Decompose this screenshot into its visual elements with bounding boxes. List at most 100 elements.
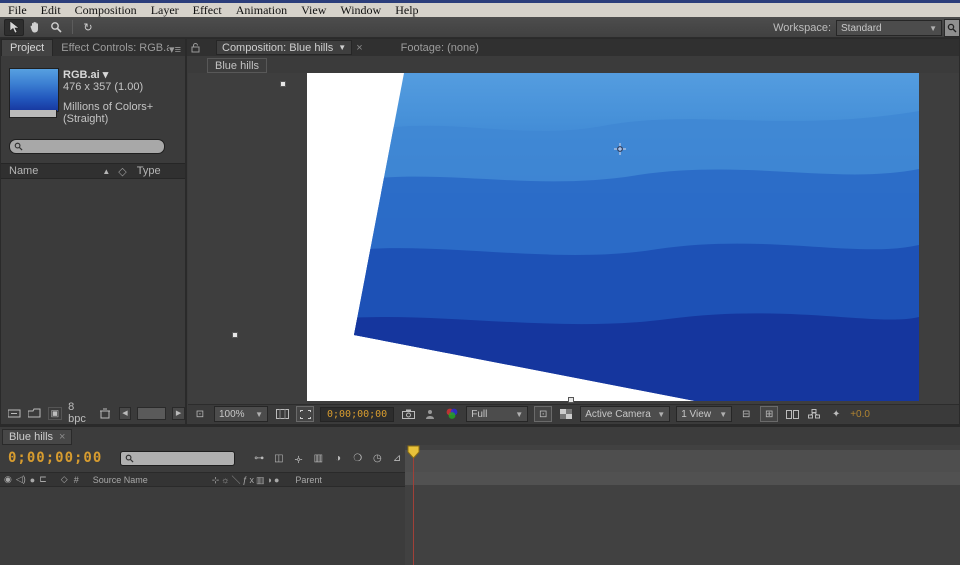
workspace-label: Workspace: — [773, 22, 831, 34]
switches-column-icons[interactable]: ⊹☼＼ƒx▥◑● — [212, 473, 282, 486]
pixel-aspect-correction-icon[interactable] — [784, 407, 800, 421]
exposure-value[interactable]: +0.0 — [850, 409, 870, 420]
magnification-dropdown[interactable]: 100%▼ — [214, 406, 268, 422]
solo-column-icon[interactable]: ● — [30, 475, 35, 485]
composition-canvas — [188, 73, 959, 405]
chevron-down-icon: ▼ — [929, 24, 937, 33]
scrollbar-left-arrow[interactable]: ◀ — [119, 407, 132, 420]
rotation-tool[interactable]: ↻ — [78, 19, 98, 36]
project-search-field[interactable] — [9, 139, 165, 154]
selection-tool[interactable] — [4, 19, 24, 36]
always-preview-icon[interactable]: ⊡ — [192, 407, 208, 421]
video-column-icon[interactable]: ◉ — [4, 474, 12, 485]
search-icon — [125, 454, 134, 463]
composition-mini-flowchart-icon[interactable]: ⊶ — [251, 451, 267, 466]
auto-keyframe-icon[interactable]: ◷ — [370, 451, 386, 466]
audio-column-icon[interactable]: ◁) — [16, 474, 26, 485]
source-name-column[interactable]: Source Name — [93, 475, 148, 485]
menu-layer[interactable]: Layer — [151, 3, 179, 18]
fast-previews-icon[interactable]: ✦ — [828, 407, 844, 421]
chevron-down-icon[interactable]: ▾ — [100, 69, 109, 81]
draft-3d-icon[interactable]: ◫ — [271, 451, 287, 466]
active-camera-dropdown[interactable]: Active Camera▼ — [580, 406, 670, 422]
number-column-label[interactable]: # — [74, 475, 79, 485]
brainstorm-icon[interactable]: ❍ — [350, 451, 366, 466]
composition-tabstrip: Composition: Blue hills ▼ × Footage: (no… — [187, 39, 959, 56]
scrollbar-thumb[interactable] — [137, 407, 166, 420]
composition-viewport[interactable] — [188, 73, 959, 405]
workspace-dropdown[interactable]: Standard ▼ — [836, 20, 942, 36]
column-name[interactable]: Name — [9, 165, 38, 177]
column-type[interactable]: Type — [137, 165, 161, 177]
menu-window[interactable]: Window — [340, 3, 381, 18]
menu-file[interactable]: File — [8, 3, 27, 18]
target-region-icon[interactable]: ⊡ — [534, 406, 552, 422]
panel-menu-icon[interactable]: ▾≡ — [169, 43, 185, 56]
lock-icon[interactable] — [191, 43, 200, 53]
project-tabstrip: Project Effect Controls: RGB.a ▾≡ — [1, 39, 185, 56]
preview-colors: Millions of Colors+ (Straight) — [63, 101, 185, 125]
project-list-header[interactable]: Name ▲ ◇ Type — [1, 163, 185, 179]
resolution-dropdown[interactable]: Full▼ — [466, 406, 528, 422]
search-icon — [947, 23, 957, 33]
sort-asc-icon[interactable]: ▲ — [102, 167, 110, 176]
work-area-bar[interactable] — [405, 472, 960, 485]
close-icon[interactable]: × — [356, 42, 362, 54]
mini-flowchart-icon[interactable] — [806, 407, 822, 421]
lock-column-icon[interactable]: ⊏ — [39, 474, 47, 485]
timeline-toolbar: 0;00;00;00 ⊶ ◫ 🝊 ▥ ◑ ❍ ◷ ⊿ — [0, 445, 405, 471]
menu-composition[interactable]: Composition — [75, 3, 137, 18]
lock-views-icon[interactable]: ⊞ — [760, 406, 778, 422]
label-column-icon[interactable]: ◇ — [61, 474, 68, 485]
current-time-display[interactable]: 0;00;00;00 — [8, 450, 102, 466]
show-snapshot-icon[interactable] — [422, 407, 438, 421]
menu-edit[interactable]: Edit — [41, 3, 61, 18]
hand-tool[interactable] — [25, 19, 45, 36]
menu-animation[interactable]: Animation — [236, 3, 287, 18]
search-icon — [14, 142, 23, 151]
viewer-subtab-blue-hills[interactable]: Blue hills — [207, 58, 267, 73]
timeline-search-field[interactable] — [120, 451, 235, 466]
time-ruler[interactable] — [405, 450, 960, 473]
motion-blur-icon[interactable]: ◑ — [330, 451, 346, 466]
preview-name: RGB.ai ▾ — [63, 68, 108, 81]
scrollbar-right-arrow[interactable]: ▶ — [172, 407, 185, 420]
region-of-interest-icon[interactable] — [296, 406, 314, 422]
safe-margins-icon[interactable] — [274, 407, 290, 421]
workspace-search-button[interactable] — [944, 19, 960, 37]
project-bpc-label[interactable]: 8 bpc — [68, 401, 92, 425]
menu-effect[interactable]: Effect — [193, 3, 222, 18]
color-depth-icon[interactable]: ▣ — [48, 407, 63, 420]
interpret-footage-icon[interactable] — [7, 406, 21, 420]
transparency-grid-icon[interactable] — [558, 407, 574, 421]
close-icon[interactable]: × — [59, 431, 65, 443]
composition-tab-label: Composition: Blue hills — [222, 42, 333, 54]
graph-editor-icon[interactable]: ⊿ — [389, 451, 405, 466]
menu-view[interactable]: View — [301, 3, 326, 18]
show-channel-icon[interactable] — [444, 407, 460, 421]
tab-footage[interactable]: Footage: (none) — [393, 40, 487, 56]
trash-icon[interactable] — [98, 406, 112, 420]
parent-column[interactable]: Parent — [295, 475, 322, 485]
hide-shy-layers-icon[interactable]: 🝊 — [291, 451, 307, 466]
tab-composition[interactable]: Composition: Blue hills ▼ — [216, 40, 352, 55]
share-view-icon[interactable]: ⊟ — [738, 407, 754, 421]
view-layout-dropdown[interactable]: 1 View▼ — [676, 406, 732, 422]
snapshot-camera-icon[interactable] — [400, 407, 416, 421]
viewer-toolbar: ⊡ 100%▼ 0;00;00;00 Full▼ ⊡ Active Camera… — [188, 404, 959, 423]
footage-preview: RGB.ai ▾ 476 x 357 (1.00) Millions of Co… — [1, 56, 185, 134]
menu-help[interactable]: Help — [395, 3, 418, 18]
timeline-track-area[interactable] — [405, 445, 960, 565]
preview-dimensions: 476 x 357 (1.00) — [63, 81, 143, 93]
label-column-icon[interactable]: ◇ — [118, 165, 126, 178]
viewer-timecode[interactable]: 0;00;00;00 — [320, 407, 394, 422]
tab-effect-controls[interactable]: Effect Controls: RGB.a — [53, 40, 169, 56]
menu-bar: File Edit Composition Layer Effect Animation V… — [0, 3, 960, 17]
zoom-tool[interactable] — [46, 19, 66, 36]
tab-project[interactable]: Project — [1, 39, 53, 56]
playhead[interactable] — [407, 445, 420, 459]
footage-thumbnail[interactable] — [9, 68, 59, 112]
timeline-tab-blue-hills[interactable]: Blue hills × — [2, 429, 72, 445]
frame-blending-icon[interactable]: ▥ — [310, 451, 326, 466]
new-folder-icon[interactable] — [27, 406, 41, 420]
